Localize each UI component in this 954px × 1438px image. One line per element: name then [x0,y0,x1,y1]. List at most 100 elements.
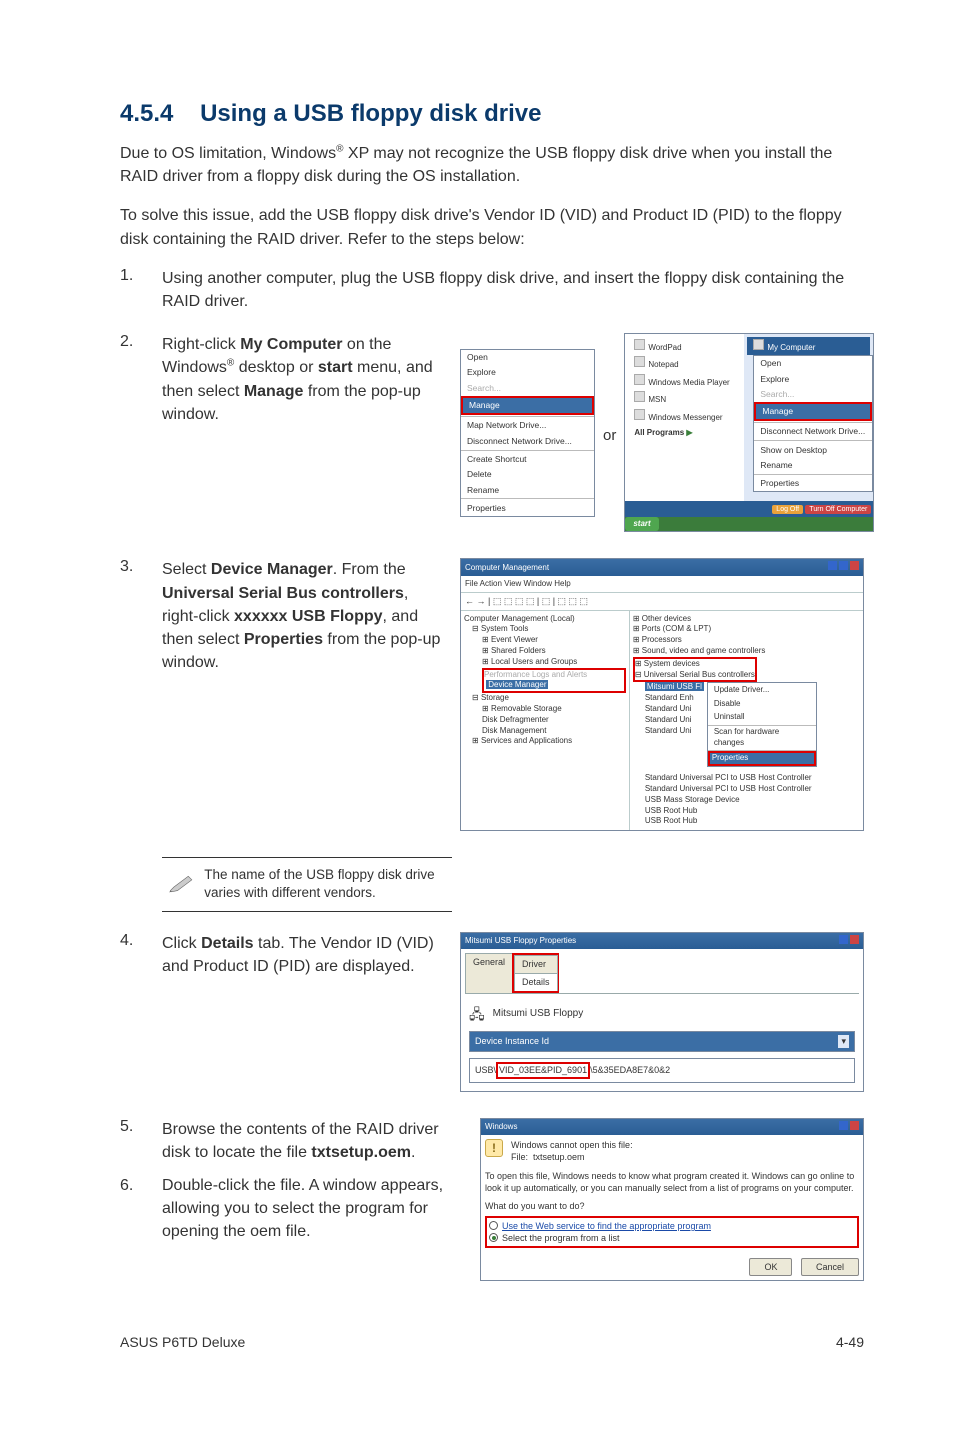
step-5-illustration: Windows ! Windows cannot open this file:… [480,1118,864,1288]
ctx-update[interactable]: Update Driver... [708,683,816,697]
cancel-button[interactable]: Cancel [801,1258,859,1276]
menu-properties[interactable]: Properties [461,500,594,515]
startmenu-msn[interactable]: MSN [628,390,741,408]
menu-explore[interactable]: Explore [461,365,594,380]
window-title: Mitsumi USB Floppy Properties [465,935,576,947]
tree-devmgr[interactable]: Device Manager [486,680,548,689]
window-titlebar: Computer Management [461,559,863,576]
startctx-explore[interactable]: Explore [754,371,872,386]
dev-other[interactable]: Other devices [642,614,691,623]
ok-button[interactable]: OK [749,1258,792,1276]
menu-delete[interactable]: Delete [461,467,594,482]
turnoff-button[interactable]: Turn Off Computer [805,505,871,514]
dev-proc[interactable]: Processors [642,635,682,644]
startmenu-allprograms[interactable]: All Programs ▶ [628,425,741,440]
startmenu-wmp[interactable]: Windows Media Player [628,372,741,390]
tree-defrag[interactable]: Disk Defragmenter [482,715,549,724]
dev-std2[interactable]: Standard Uni [645,704,692,713]
step-text: Using another computer, plug the USB flo… [162,267,864,313]
startctx-disconnect[interactable]: Disconnect Network Drive... [754,424,872,439]
dev-root2[interactable]: USB Root Hub [633,816,860,827]
or-label: or [603,425,616,447]
help-icon[interactable] [839,935,848,944]
startctx-open[interactable]: Open [754,356,872,371]
menu-map[interactable]: Map Network Drive... [461,418,594,433]
dev-ports[interactable]: Ports (COM & LPT) [642,624,711,633]
dev-std5[interactable]: Standard Universal PCI to USB Host Contr… [633,773,860,784]
maximize-icon[interactable] [839,561,848,570]
startctx-manage[interactable]: Manage [756,404,870,419]
startctx-rename[interactable]: Rename [754,458,872,473]
page-footer: ASUS P6TD Deluxe 4-49 [120,1334,864,1350]
startctx-search[interactable]: Search... [754,386,872,401]
dev-sysdev[interactable]: System devices [644,659,700,668]
tree-remov[interactable]: Removable Storage [491,704,562,713]
ctx-scan[interactable]: Scan for hardware changes [708,726,816,751]
menubar[interactable]: File Action View Window Help [461,576,863,593]
tree-alerts[interactable]: Performance Logs and Alerts [484,670,587,679]
tab-details[interactable]: Details [514,973,558,991]
ctx-properties[interactable]: Properties [710,753,814,764]
file-label: File: [511,1152,528,1162]
radio-web[interactable]: Use the Web service to find the appropri… [489,1220,855,1232]
help-icon[interactable] [839,1121,848,1130]
startmenu-notepad[interactable]: Notepad [628,355,741,373]
tree-root[interactable]: Computer Management (Local) [464,614,626,625]
tree-users[interactable]: Local Users and Groups [491,657,577,666]
menu-shortcut[interactable]: Create Shortcut [461,452,594,467]
menu-disconnect[interactable]: Disconnect Network Drive... [461,433,594,448]
radio-list[interactable]: Select the program from a list [489,1232,855,1244]
step-4: 4. Click Details tab. The Vendor ID (VID… [120,932,864,1098]
close-icon[interactable] [850,935,859,944]
tab-driver[interactable]: Driver [514,955,558,973]
window-title: Windows [485,1121,517,1133]
menu-search[interactable]: Search... [461,380,594,395]
context-menu: Open Explore Search... Manage Map Networ… [460,349,595,517]
startmenu-mycomputer[interactable]: My Computer [747,337,870,355]
ctx-disable[interactable]: Disable [708,697,816,711]
intro-paragraph-1: Due to OS limitation, Windows® XP may no… [120,142,864,188]
step-text: Click Details tab. The Vendor ID (VID) a… [162,932,442,978]
dev-std4[interactable]: Standard Uni [645,726,692,735]
minimize-icon[interactable] [828,561,837,570]
start-menu: WordPad Notepad Windows Media Player MSN… [624,333,874,532]
step-number: 2. [120,333,162,538]
tree-diskmg[interactable]: Disk Management [482,726,546,735]
startctx-showdesk[interactable]: Show on Desktop [754,442,872,457]
device-id-value: USB\VID_03EE&PID_6901\5&35EDA8E7&0&2 [469,1058,855,1083]
menu-rename[interactable]: Rename [461,482,594,497]
menu-open[interactable]: Open [461,350,594,365]
start-button[interactable]: start [625,517,658,531]
startctx-props[interactable]: Properties [754,476,872,491]
tab-general[interactable]: General [465,953,513,993]
close-icon[interactable] [850,1121,859,1130]
dev-std6[interactable]: Standard Universal PCI to USB Host Contr… [633,784,860,795]
menu-manage[interactable]: Manage [463,398,592,413]
section-title-text: Using a USB floppy disk drive [200,100,541,127]
tree-evt[interactable]: Event Viewer [491,635,538,644]
tree-shared[interactable]: Shared Folders [491,646,546,655]
dropdown-device-instance[interactable]: Device Instance Id ▾ [469,1031,855,1052]
dev-usbctrl[interactable]: Universal Serial Bus controllers [644,670,755,679]
tree-svc[interactable]: Services and Applications [481,736,572,745]
logoff-button[interactable]: Log Off [772,505,803,514]
section-heading: 4.5.4 Using a USB floppy disk drive [120,100,864,128]
close-icon[interactable] [850,561,859,570]
dev-std1[interactable]: Standard Enh [645,693,694,702]
step-number: 4. [120,932,162,1098]
dev-root1[interactable]: USB Root Hub [633,806,860,817]
tree-systools[interactable]: System Tools [481,624,528,633]
dev-std3[interactable]: Standard Uni [645,715,692,724]
step-3-illustration: Computer Management File Action View Win… [460,558,864,837]
step-1: 1. Using another computer, plug the USB … [120,267,864,313]
toolbar[interactable]: ← → | ⬚ ⬚ ⬚ ⬚ | ⬚ | ⬚ ⬚ ⬚ [461,593,863,611]
what-do: What do you want to do? [485,1200,859,1212]
tree-storage[interactable]: Storage [481,693,509,702]
dev-mass[interactable]: USB Mass Storage Device [633,795,860,806]
startmenu-wordpad[interactable]: WordPad [628,337,741,355]
dev-mitsumi[interactable]: Mitsumi USB Fl [645,682,704,691]
step-3: 3. Select Device Manager. From the Unive… [120,558,864,837]
ctx-uninstall[interactable]: Uninstall [708,711,816,725]
dev-sound[interactable]: Sound, video and game controllers [642,646,766,655]
startmenu-messenger[interactable]: Windows Messenger [628,408,741,426]
